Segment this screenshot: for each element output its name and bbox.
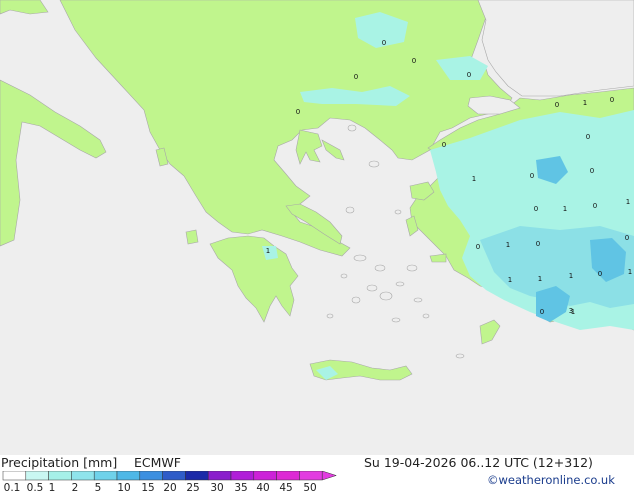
legend-swatch [93, 471, 118, 481]
precip-value-label: 0 [296, 108, 300, 116]
precip-value-label: 0 [530, 172, 534, 180]
legend-tick-label: 35 [234, 482, 248, 494]
legend-tick-label: 15 [141, 482, 155, 494]
legend-tick-label: 0.5 [26, 482, 44, 494]
precip-value-label: 0 [590, 167, 594, 175]
legend-tick-label: 1 [48, 482, 56, 494]
precip-value-label: 1 [506, 241, 510, 249]
kefalonia-island [185, 229, 199, 245]
legend-swatch [299, 471, 323, 481]
precip-value-label: 0 [610, 96, 614, 104]
legend-swatch [207, 471, 232, 481]
legend-swatch [116, 471, 141, 481]
precipitation-map: 000010100010001000101110101130 [0, 0, 634, 455]
precip-value-label: 1 [569, 272, 573, 280]
precip-value-label: 1 [266, 247, 270, 255]
legend-tick-label: 50 [303, 482, 317, 494]
legend-tick-label: 10 [117, 482, 131, 494]
precip-value-label: 3 [569, 307, 573, 315]
precip-value-label: 1 [563, 205, 567, 213]
legend-swatch [253, 471, 277, 481]
precip-value-label: 0 [586, 133, 590, 141]
legend-swatch [139, 471, 163, 481]
valid-datetime: Su 19-04-2026 06..12 UTC (12+312) [364, 455, 593, 470]
precip-value-label: 0 [625, 234, 629, 242]
precip-value-label: 0 [593, 202, 597, 210]
precip-value-label: 1 [538, 275, 542, 283]
legend-swatch [185, 471, 209, 481]
legend-overflow-arrow [321, 471, 338, 481]
map-footer: Precipitation [mm] ECMWF Su 19-04-2026 0… [0, 455, 634, 494]
precip-value-label: 0 [442, 141, 446, 149]
credit-link[interactable]: ©weatheronline.co.uk [487, 473, 615, 487]
legend-swatch [48, 471, 72, 481]
legend-swatch [230, 471, 255, 481]
legend-swatch [25, 471, 49, 481]
map-canvas: 00 001010001 000 1 000 1 011 1 0 10 1130 [0, 0, 634, 455]
map-title: Precipitation [mm] [1, 455, 118, 470]
precip-value-label: 0 [536, 240, 540, 248]
precip-value-label: 1 [626, 198, 630, 206]
legend-tick-label: 25 [186, 482, 200, 494]
precip-value-label: 0 [382, 39, 386, 47]
legend-swatch [162, 471, 186, 481]
precip-value-label: 0 [354, 73, 358, 81]
legend-tick-label: 0.1 [3, 482, 21, 494]
legend-swatch [2, 471, 27, 481]
precip-value-label: 0 [540, 308, 544, 316]
precip-value-label: 0 [476, 243, 480, 251]
legend-tick-label: 40 [256, 482, 270, 494]
precip-value-label: 0 [555, 101, 559, 109]
precip-value-label: 0 [534, 205, 538, 213]
legend-tick-label: 2 [71, 482, 79, 494]
legend-tick-label: 20 [163, 482, 177, 494]
legend-tick-label: 30 [210, 482, 224, 494]
precip-value-label: 0 [467, 71, 471, 79]
legend-swatch [276, 471, 300, 481]
precip-value-label: 1 [472, 175, 476, 183]
legend-tick-label: 5 [94, 482, 102, 494]
precip-value-label: 0 [412, 57, 416, 65]
legend-swatch [71, 471, 95, 481]
model-name: ECMWF [134, 455, 181, 470]
precip-value-label: 1 [583, 99, 587, 107]
precip-value-label: 1 [508, 276, 512, 284]
precip-value-label: 1 [628, 268, 632, 276]
precip-value-label: 0 [598, 270, 602, 278]
legend-tick-label: 45 [279, 482, 293, 494]
